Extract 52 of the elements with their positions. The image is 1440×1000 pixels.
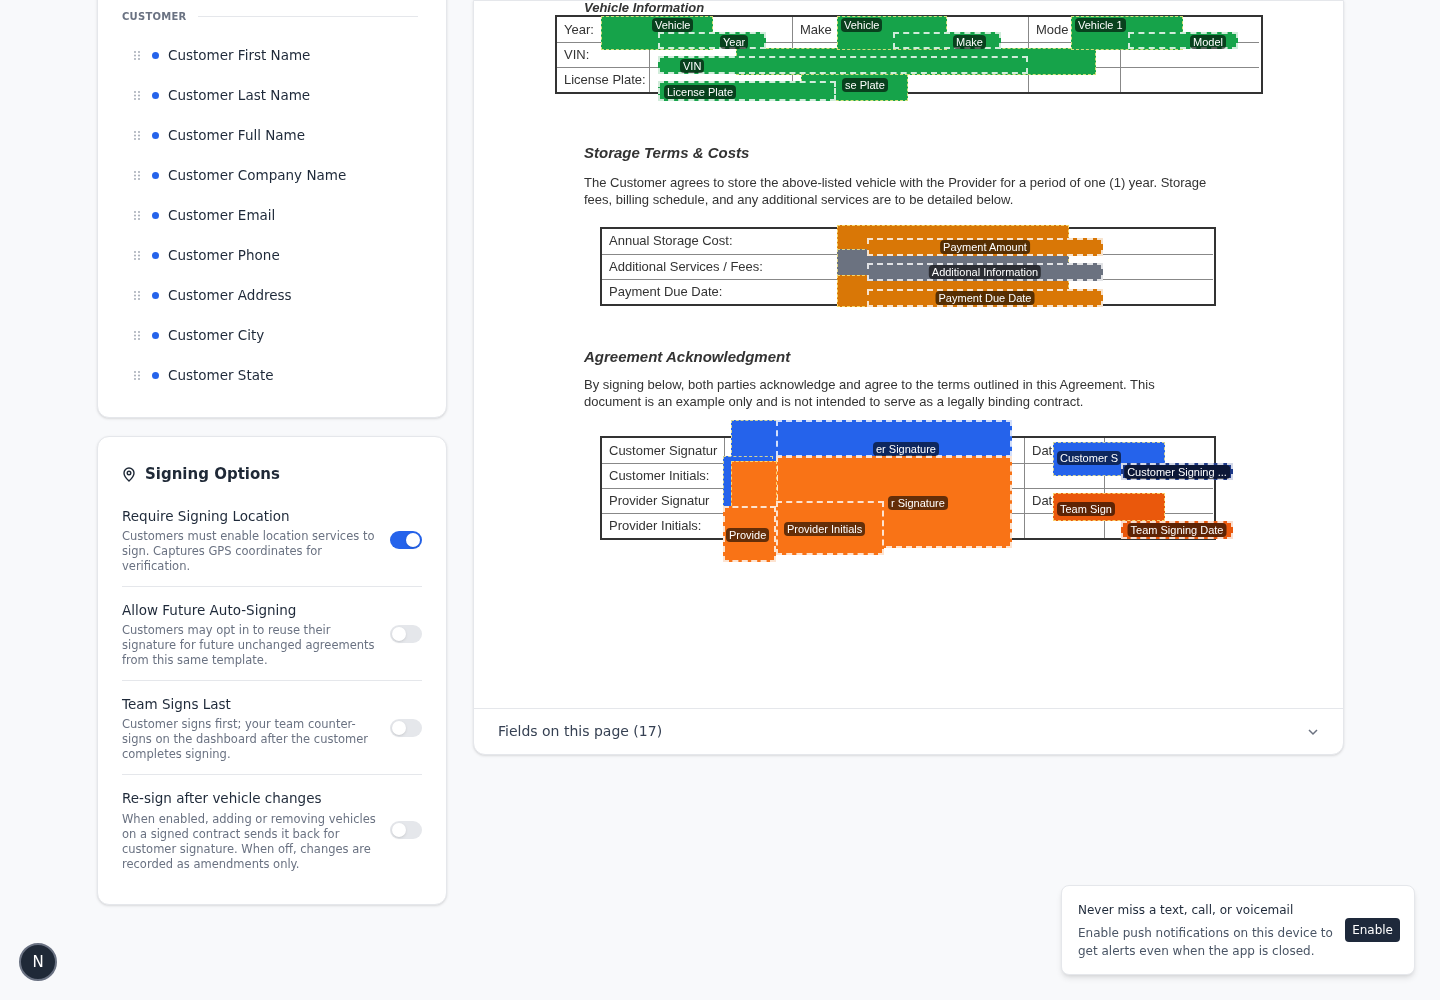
field-label: Vehicle 1	[1075, 18, 1126, 32]
paragraph: The Customer agrees to store the above-listed vehicle with the Provider for a period of one (1) year. Storage fees, billing schedule, and any additional services are to be detailed below.	[584, 173, 1208, 208]
field-name: Customer Last Name	[168, 85, 311, 105]
field-label: License Plate	[664, 85, 737, 99]
field-label: r Signature	[888, 496, 948, 510]
table-cell-text: Customer Signatur	[608, 441, 719, 460]
paragraph: By signing below, both parties acknowledge and agree to the terms outlined in this Agreement. This document is an example only and is not intended to serve as a legally binding contract.	[584, 376, 1156, 410]
section-heading: Storage Terms & Costs	[584, 143, 751, 163]
option-description: When enabled, adding or removing vehicles on a signed contract sends it back for customer signature. When off, changes are recorded as amendments only.	[122, 811, 377, 872]
field-label: Customer S	[1057, 451, 1122, 465]
option-title: Re-sign after vehicle changes	[122, 789, 323, 809]
field-name: Customer City	[168, 325, 265, 345]
table-cell-text: Year:	[563, 20, 595, 39]
table-cell: Additional Services / Fees:	[602, 253, 837, 279]
field-label: Provide	[726, 528, 770, 542]
field-label: Model	[1190, 35, 1226, 49]
option-title: Allow Future Auto-Signing	[122, 600, 298, 620]
field-name: Customer Address	[168, 285, 292, 305]
table-cell-text: Annual Storage Cost:	[608, 232, 734, 251]
section-heading: Agreement Acknowledgment	[584, 346, 792, 367]
table-cell: Payment Due Date:	[602, 278, 837, 304]
field-label: se Plate	[842, 78, 888, 92]
field-label: Vehicle	[841, 18, 883, 32]
field-name: Customer Email	[168, 205, 276, 225]
field-label: Team Sign	[1057, 502, 1115, 516]
notification-title: Never miss a text, call, or voicemail	[1078, 901, 1295, 919]
field-label: Payment Amount	[940, 240, 1030, 254]
field-name: Customer Phone	[168, 245, 280, 265]
notification-text: Enable push notifications on this device to get alerts even when the app is closed.	[1078, 924, 1334, 960]
option-title: Team Signs Last	[122, 695, 232, 714]
option-description: Customers must enable location services to sign. Captures GPS coordinates for verification.	[122, 528, 376, 574]
panel-title: Signing Options	[145, 464, 280, 485]
field-label: Provider Initials	[784, 522, 866, 536]
footer-label: Fields on this page (17)	[498, 722, 663, 742]
field-label: Team Signing Date	[1127, 523, 1227, 537]
field-name: Customer Full Name	[168, 125, 306, 145]
field-label: Vehicle	[652, 18, 694, 32]
field-label: Make	[953, 35, 986, 49]
field-name: Customer State	[168, 365, 274, 385]
field-label: Payment Due Date	[935, 291, 1035, 305]
option-title: Require Signing Location	[122, 506, 291, 526]
field-name: Customer First Name	[168, 45, 311, 65]
section-heading: Vehicle Information	[584, 1, 705, 15]
field-label: VIN	[680, 59, 705, 73]
section-heading: CUSTOMER	[122, 10, 187, 24]
option-description: Customer signs first; your team counter-signs on the dashboard after the customer completes signing.	[122, 717, 369, 763]
field-label: Additional Information	[928, 265, 1042, 279]
field-label: Year	[720, 35, 749, 49]
table-cell: License Plate:	[557, 67, 649, 92]
field-name: Customer Company Name	[168, 165, 347, 185]
option-description: Customers may opt in to reuse their signature for future unchanged agreements from this same template.	[122, 623, 376, 668]
field-label: er Signature	[873, 442, 939, 456]
